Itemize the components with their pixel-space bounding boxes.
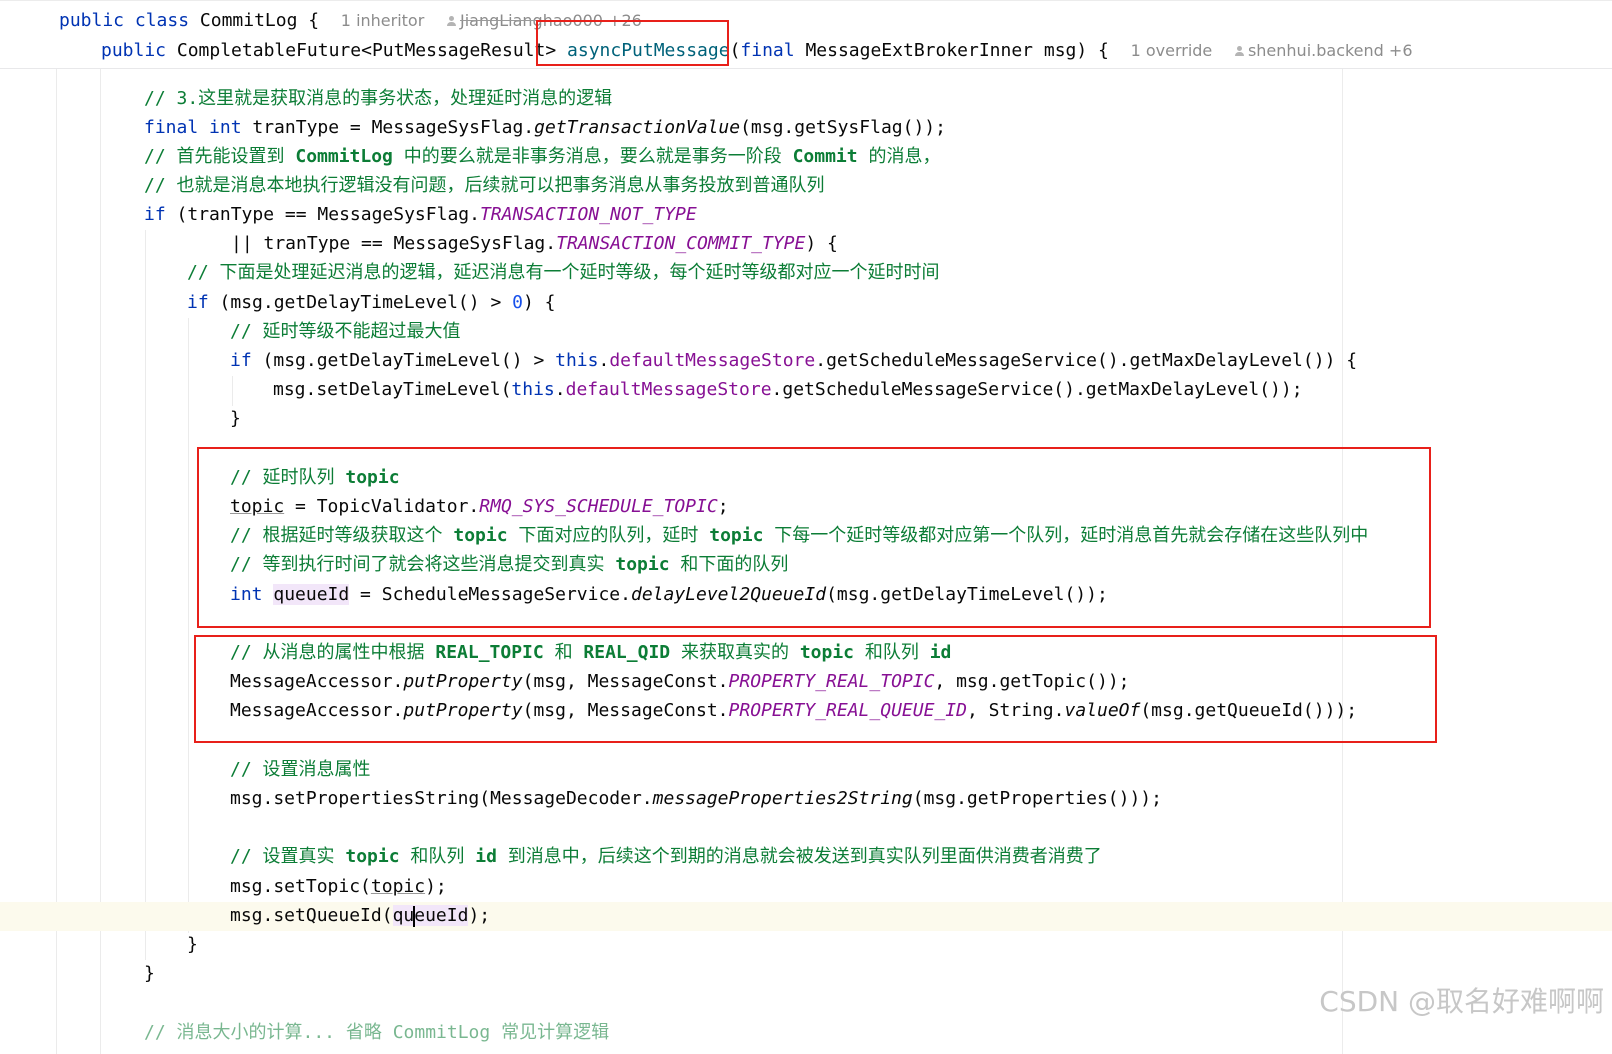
person-icon xyxy=(1234,46,1244,56)
method-author-hint[interactable]: shenhui.backend +6 xyxy=(1234,41,1413,60)
code-line-comment-partial: // 消息大小的计算... 省略 CommitLog 常见计算逻辑 xyxy=(144,1022,610,1043)
code-line-or-commit: || tranType == MessageSysFlag.TRANSACTIO… xyxy=(231,233,838,254)
code-line-comment: // 3.这里就是获取消息的事务状态，处理延时消息的逻辑 xyxy=(144,88,613,109)
csdn-watermark: CSDN @取名好难啊啊 xyxy=(1319,985,1604,1018)
code-line-brace: } xyxy=(144,963,155,984)
code-line-comment: // 也就是消息本地执行逻辑没有问题，后续就可以把事务消息从事务投放到普通队列 xyxy=(144,175,825,196)
code-line-set-delay: msg.setDelayTimeLevel(this.defaultMessag… xyxy=(273,379,1303,400)
code-line-set-topic: msg.setTopic(topic); xyxy=(230,876,447,897)
indent-guide xyxy=(145,230,146,960)
code-line-set-queueid[interactable]: msg.setQueueId(queueId); xyxy=(230,901,490,930)
annotation-box-method-name xyxy=(536,20,729,66)
return-type: CompletableFuture<PutMessageResult> xyxy=(176,40,557,61)
code-line-brace: } xyxy=(187,934,198,955)
class-name[interactable]: CommitLog { xyxy=(200,10,319,31)
code-line-comment: // 设置真实 topic 和队列 id 到消息中，后续这个到期的消息就会被发送… xyxy=(230,846,1102,867)
class-modifiers: public class xyxy=(59,10,190,31)
overrides-hint[interactable]: 1 override xyxy=(1131,41,1213,60)
method-params: MessageExtBrokerInner msg) { xyxy=(794,40,1109,61)
code-line-comment: // 设置消息属性 xyxy=(230,759,371,780)
sticky-method-line[interactable]: public CompletableFuture<PutMessageResul… xyxy=(101,37,1413,65)
code-line-brace: } xyxy=(230,408,241,429)
annotation-box-delay-topic xyxy=(197,447,1431,628)
editor-window: { "sticky_header": { "class_line": { "de… xyxy=(0,0,1612,1054)
code-line-if-trantype: if (tranType == MessageSysFlag.TRANSACTI… xyxy=(144,204,697,225)
indent-guide xyxy=(188,318,189,933)
annotation-box-real-topic xyxy=(194,635,1437,743)
code-line-comment: // 首先能设置到 CommitLog 中的要么就是非事务消息，要么就是事务一阶… xyxy=(144,146,941,167)
sticky-scroll-header[interactable]: public class CommitLog { 1 inheritor Jia… xyxy=(0,0,1612,69)
code-line-if-max: if (msg.getDelayTimeLevel() > this.defau… xyxy=(230,350,1358,371)
code-line-if-delay: if (msg.getDelayTimeLevel() > 0) { xyxy=(187,292,556,313)
method-modifier: public xyxy=(101,40,167,61)
code-line-set-properties: msg.setPropertiesString(MessageDecoder.m… xyxy=(230,788,1162,809)
inheritors-hint[interactable]: 1 inheritor xyxy=(341,11,425,30)
queueid-reference: queueId xyxy=(392,905,469,927)
code-line-comment: // 下面是处理延迟消息的逻辑，延迟消息有一个延时等级，每个延时等级都对应一个延… xyxy=(187,262,940,283)
indent-guide xyxy=(232,376,233,406)
person-icon xyxy=(446,16,456,26)
code-line-comment: // 延时等级不能超过最大值 xyxy=(230,321,461,342)
code-line-trantype: final int tranType = MessageSysFlag.getT… xyxy=(144,117,946,138)
